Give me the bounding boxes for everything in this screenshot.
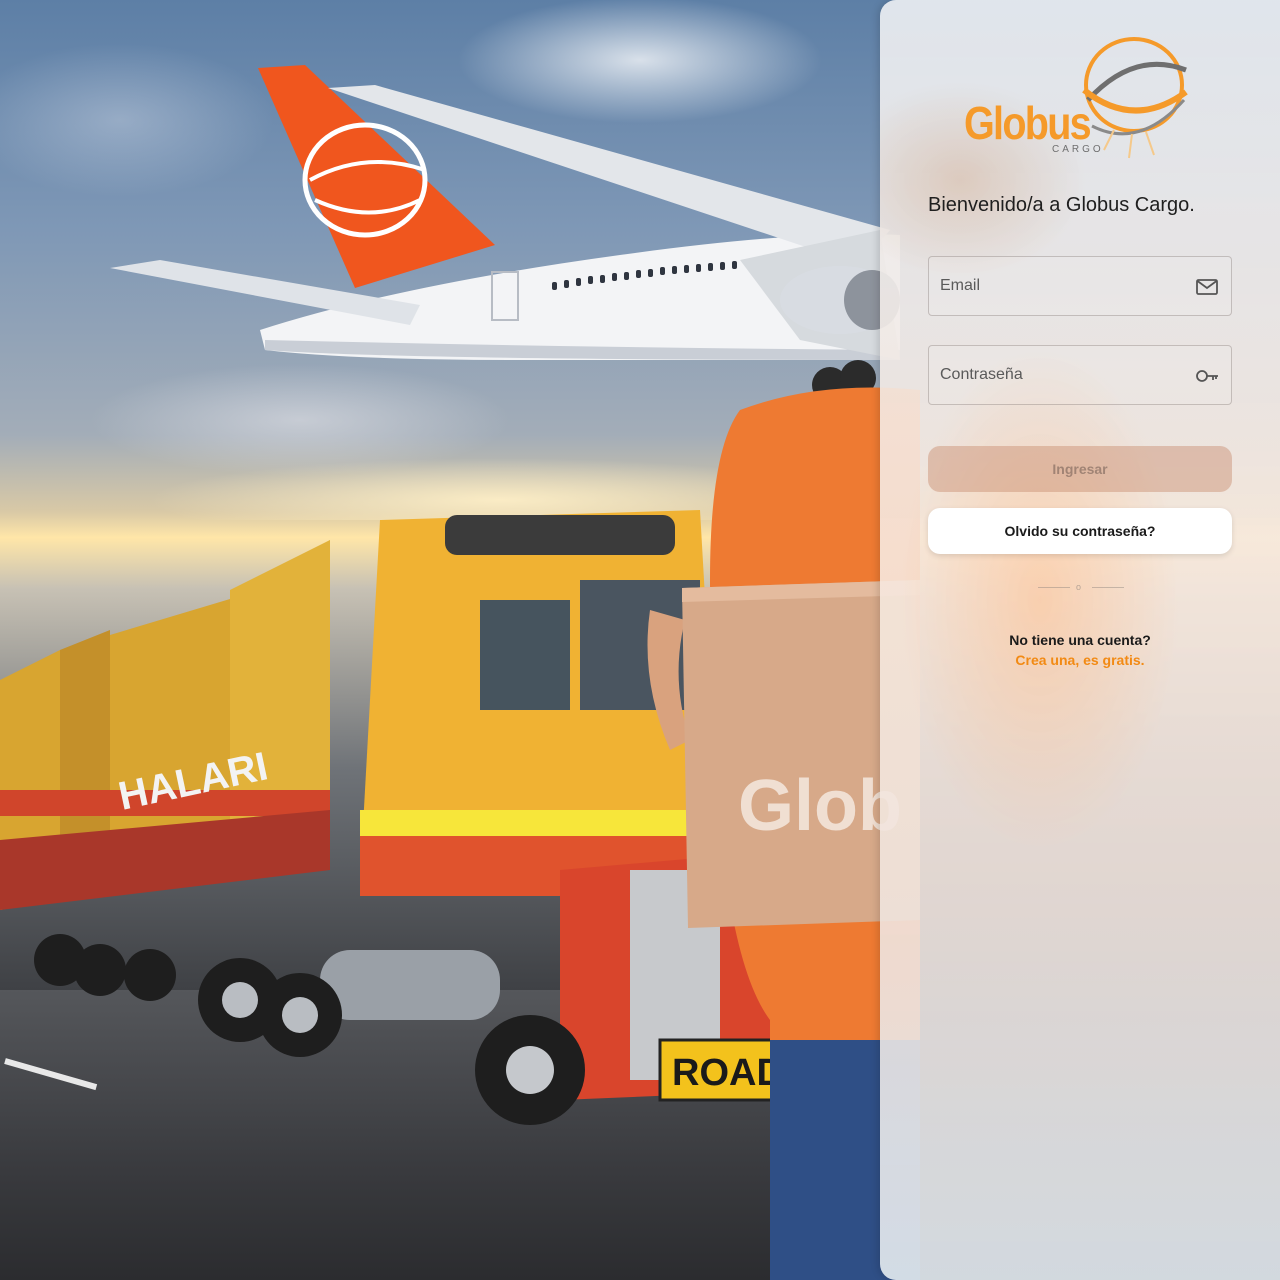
no-account-text: No tiene una cuenta?: [1009, 632, 1151, 648]
password-field: [928, 345, 1232, 405]
login-button[interactable]: Ingresar: [928, 446, 1232, 492]
password-input[interactable]: [929, 346, 1180, 404]
delivery-worker-image: Glob: [647, 387, 920, 1280]
divider-text: o: [1076, 582, 1082, 592]
email-input[interactable]: [929, 257, 1180, 315]
cargo-airplane-image: [110, 65, 900, 403]
divider-line-left: [1038, 587, 1070, 588]
login-panel: Globus CARGO Bienvenido/a a Globus Cargo…: [880, 0, 1280, 1280]
welcome-heading: Bienvenido/a a Globus Cargo.: [928, 194, 1195, 216]
logo-wordmark: Globus: [964, 97, 1092, 149]
signup-link[interactable]: Crea una, es gratis.: [880, 652, 1280, 668]
logo-subtitle: CARGO: [1052, 144, 1104, 155]
mail-icon: [1196, 279, 1218, 295]
globus-cargo-logo: Globus CARGO: [964, 30, 1196, 162]
divider-line-right: [1092, 587, 1124, 588]
email-field: [928, 256, 1232, 316]
box-brand-text: Glob: [738, 766, 902, 846]
or-divider: o: [1038, 582, 1124, 592]
login-page: ROAD HALARI Glob Globus CARGO Bienvenido…: [0, 0, 1280, 1280]
forgot-password-button[interactable]: Olvido su contraseña?: [928, 508, 1232, 554]
key-icon[interactable]: [1195, 366, 1219, 386]
globe-swoosh-icon: [1082, 37, 1188, 159]
